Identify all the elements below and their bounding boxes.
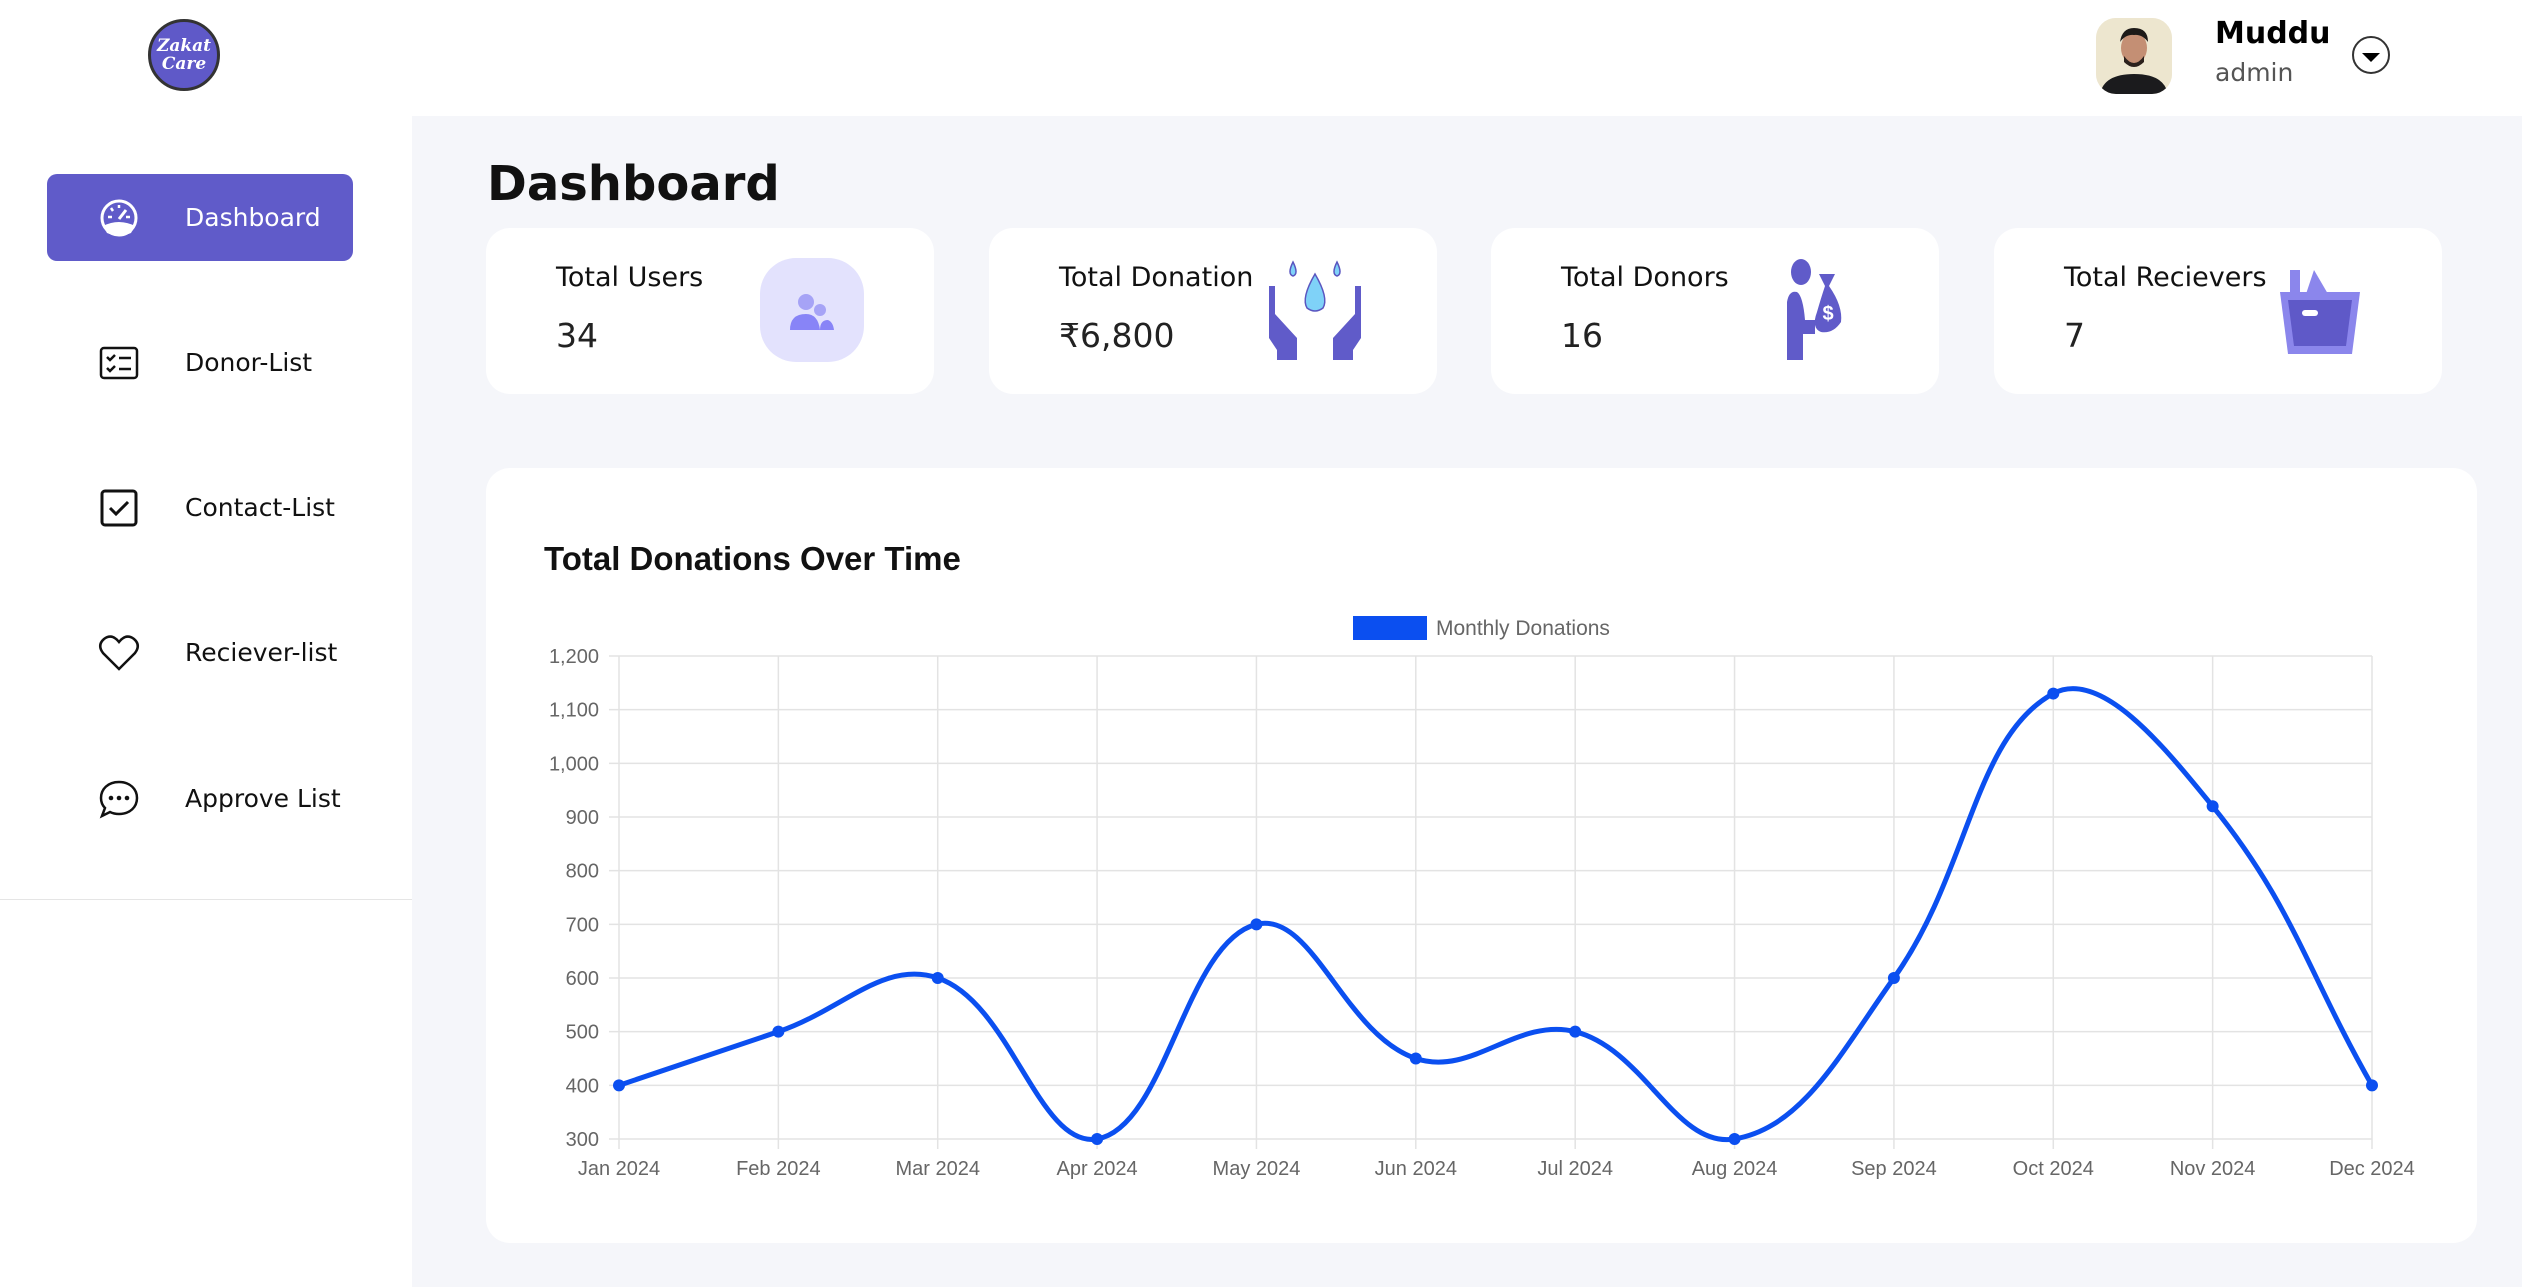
- data-point[interactable]: [1091, 1133, 1104, 1145]
- y-tick-label: 500: [566, 1022, 599, 1044]
- x-tick-label: May 2024: [1213, 1158, 1301, 1180]
- series-line-monthly-donations: [618, 686, 2375, 1143]
- data-point[interactable]: [1250, 918, 1263, 931]
- y-tick-label: 1,200: [549, 646, 599, 668]
- data-point[interactable]: [931, 972, 944, 984]
- y-tick-label: 700: [566, 914, 599, 936]
- data-point[interactable]: [772, 1025, 785, 1038]
- x-tick-label: Jan 2024: [578, 1158, 660, 1180]
- y-tick-label: 600: [566, 968, 599, 990]
- legend-label[interactable]: Monthly Donations: [1436, 617, 1610, 640]
- data-point[interactable]: [1409, 1052, 1422, 1065]
- data-point[interactable]: [2047, 687, 2060, 700]
- data-point[interactable]: [1569, 1025, 1582, 1038]
- x-tick-label: Aug 2024: [1692, 1158, 1778, 1180]
- x-tick-label: Feb 2024: [736, 1158, 821, 1180]
- x-tick-label: Jul 2024: [1537, 1158, 1613, 1180]
- y-tick-label: 1,100: [549, 700, 599, 722]
- x-tick-label: Mar 2024: [895, 1158, 980, 1180]
- data-point[interactable]: [2366, 1079, 2378, 1092]
- x-tick-label: Nov 2024: [2170, 1158, 2256, 1180]
- y-tick-label: 800: [566, 861, 599, 883]
- y-tick-label: 400: [566, 1075, 599, 1097]
- data-point[interactable]: [1728, 1133, 1741, 1145]
- y-tick-label: 1,000: [549, 753, 599, 775]
- y-tick-label: 300: [566, 1129, 599, 1151]
- donations-line-chart: Monthly Donations 300 400 500 600 700 800 900 1…: [549, 616, 2415, 1180]
- x-tick-label: Dec 2024: [2329, 1158, 2415, 1180]
- data-point[interactable]: [613, 1079, 625, 1092]
- x-tick-label: Oct 2024: [2013, 1158, 2094, 1180]
- x-tick-label: Apr 2024: [1057, 1158, 1138, 1180]
- x-tick-label: Sep 2024: [1851, 1158, 1937, 1180]
- x-tick-label: Jun 2024: [1375, 1158, 1457, 1180]
- data-point[interactable]: [2206, 800, 2219, 813]
- legend-swatch[interactable]: [1353, 616, 1427, 640]
- data-point[interactable]: [1887, 972, 1900, 984]
- y-tick-label: 900: [566, 807, 599, 829]
